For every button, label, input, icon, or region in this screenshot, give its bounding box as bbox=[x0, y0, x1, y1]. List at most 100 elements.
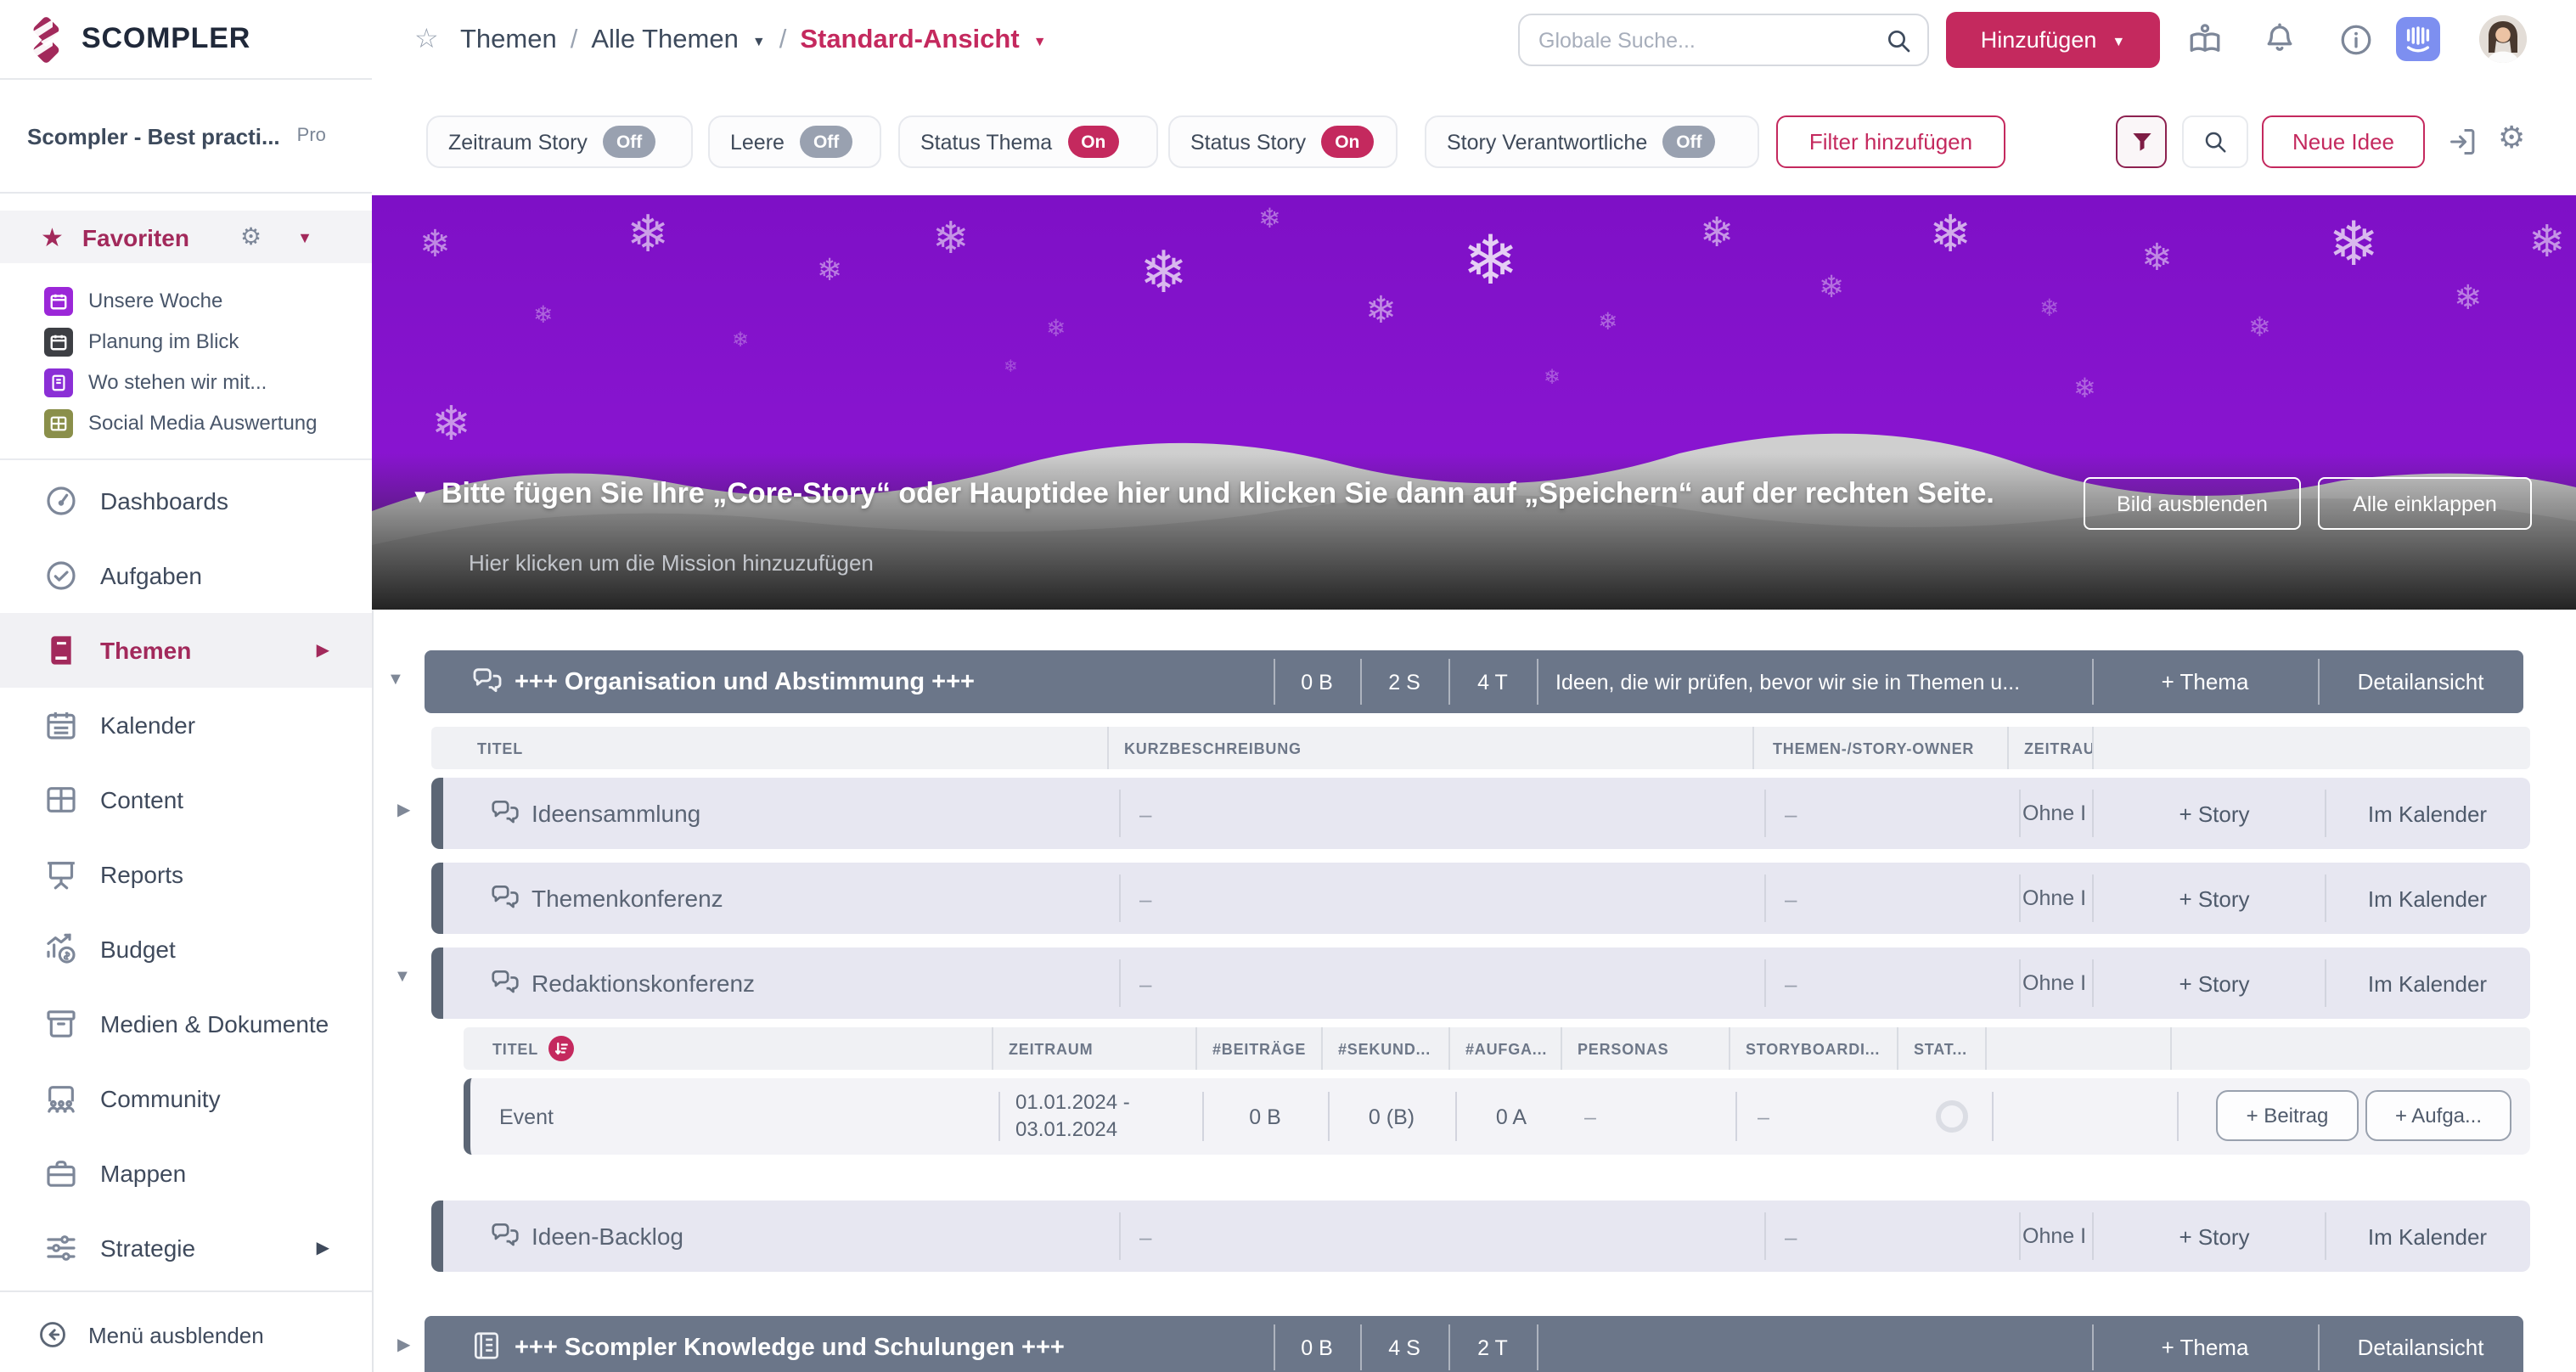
calendar-icon bbox=[44, 286, 73, 315]
breadcrumb-view[interactable]: Standard-Ansicht bbox=[800, 25, 1019, 55]
sort-icon[interactable] bbox=[548, 1036, 574, 1061]
favorites-header[interactable]: ★ Favoriten ⚙ ▼ bbox=[0, 211, 372, 263]
theme-title[interactable]: Themenkonferenz bbox=[532, 863, 723, 934]
collapse-group-icon[interactable]: ▼ bbox=[387, 671, 404, 689]
event-sekundaer-count: 0 (B) bbox=[1328, 1078, 1455, 1155]
favorite-item-label: Social Media Auswertung bbox=[88, 411, 318, 435]
table-search-button[interactable] bbox=[2182, 115, 2248, 168]
scompler-app: SCOMPLER Scompler - Best practi... Pro ★… bbox=[0, 0, 2576, 1372]
core-story-prompt[interactable]: Bitte fügen Sie Ihre „Core-Story“ oder H… bbox=[442, 477, 2106, 511]
intercom-chat-icon[interactable] bbox=[2396, 17, 2440, 61]
add-story-button[interactable]: + Story bbox=[2104, 1200, 2325, 1272]
collapse-banner-icon[interactable]: ▼ bbox=[411, 487, 430, 508]
breadcrumb-page[interactable]: Alle Themen bbox=[591, 25, 738, 55]
sidebar-item-content[interactable]: Content bbox=[0, 762, 372, 837]
user-avatar[interactable] bbox=[2479, 15, 2527, 63]
detail-view-button[interactable]: Detailansicht bbox=[2318, 650, 2523, 713]
inner-table-header: TITEL ZEITRAUM #BEITRÄGE #SEKUND... #AUF… bbox=[464, 1027, 2530, 1070]
show-in-calendar-button[interactable]: Im Kalender bbox=[2325, 947, 2530, 1019]
global-search-input[interactable] bbox=[1520, 15, 1878, 65]
chevron-down-icon[interactable]: ▼ bbox=[1033, 31, 1047, 49]
notifications-bell-icon[interactable] bbox=[2262, 20, 2298, 56]
sidebar-item-aufgaben[interactable]: Aufgaben bbox=[0, 538, 372, 613]
theme-title[interactable]: Ideen-Backlog bbox=[532, 1200, 683, 1272]
show-in-calendar-button[interactable]: Im Kalender bbox=[2325, 778, 2530, 849]
group-count-beitraege: 0 B bbox=[1274, 1316, 1360, 1372]
show-in-calendar-button[interactable]: Im Kalender bbox=[2325, 863, 2530, 934]
workspace-selector[interactable]: Scompler - Best practi... Pro bbox=[0, 80, 372, 194]
sidebar-item-strategie[interactable]: Strategie ▶ bbox=[0, 1211, 372, 1285]
favorite-item-social-media-auswertung[interactable]: Social Media Auswertung bbox=[24, 404, 363, 441]
favorite-item-label: Unsere Woche bbox=[88, 289, 222, 312]
hide-menu-button[interactable]: Menü ausblenden bbox=[37, 1319, 264, 1350]
column-titel: TITEL bbox=[492, 1027, 538, 1070]
group-header-knowledge[interactable]: +++ Scompler Knowledge und Schulungen ++… bbox=[425, 1316, 2523, 1372]
theme-title[interactable]: Ideensammlung bbox=[532, 778, 700, 849]
status-ring-icon[interactable] bbox=[1936, 1100, 1968, 1133]
sidebar-item-community[interactable]: Community bbox=[0, 1061, 372, 1136]
add-filter-button[interactable]: Filter hinzufügen bbox=[1776, 115, 2005, 168]
theme-row-redaktionskonferenz[interactable]: Redaktionskonferenz – – Ohne I + Story I… bbox=[431, 947, 2530, 1019]
favorites-gear-icon[interactable]: ⚙ bbox=[240, 222, 262, 251]
table-icon bbox=[44, 783, 78, 817]
add-thema-button[interactable]: + Thema bbox=[2092, 650, 2318, 713]
add-button[interactable]: Hinzufügen ▼ bbox=[1946, 12, 2160, 68]
add-thema-button[interactable]: + Thema bbox=[2092, 1316, 2318, 1372]
sidebar-item-reports[interactable]: Reports bbox=[0, 837, 372, 912]
briefcase-icon bbox=[44, 1156, 78, 1190]
filter-funnel-button[interactable] bbox=[2116, 115, 2167, 168]
expand-row-icon[interactable]: ▶ bbox=[397, 801, 410, 820]
favorite-item-wo-stehen-wir[interactable]: Wo stehen wir mit... bbox=[24, 363, 363, 401]
sidebar-item-mappen[interactable]: Mappen bbox=[0, 1136, 372, 1211]
toggle-leere[interactable]: Leere Off bbox=[708, 115, 881, 168]
sidebar-item-medien-dokumente[interactable]: Medien & Dokumente bbox=[0, 987, 372, 1061]
event-title[interactable]: Event bbox=[499, 1078, 554, 1155]
import-icon[interactable] bbox=[2447, 126, 2479, 158]
detail-view-button[interactable]: Detailansicht bbox=[2318, 1316, 2523, 1372]
knowledge-book-icon[interactable] bbox=[2187, 22, 2223, 58]
add-aufgabe-button[interactable]: + Aufga... bbox=[2365, 1090, 2511, 1141]
community-icon bbox=[44, 1082, 78, 1116]
add-story-button[interactable]: + Story bbox=[2104, 778, 2325, 849]
settings-gear-icon[interactable]: ⚙ bbox=[2498, 121, 2525, 156]
theme-row-ideensammlung[interactable]: Ideensammlung – – Ohne I + Story Im Kale… bbox=[431, 778, 2530, 849]
chevron-down-icon[interactable]: ▼ bbox=[752, 31, 766, 49]
sidebar-item-themen[interactable]: Themen ▶ bbox=[0, 613, 372, 688]
new-idea-button[interactable]: Neue Idee bbox=[2262, 115, 2425, 168]
toggle-story-verantwortliche[interactable]: Story Verantwortliche Off bbox=[1425, 115, 1759, 168]
toggle-status-story[interactable]: Status Story On bbox=[1168, 115, 1398, 168]
theme-row-ideen-backlog[interactable]: Ideen-Backlog – – Ohne I + Story Im Kale… bbox=[431, 1200, 2530, 1272]
mission-prompt[interactable]: Hier klicken um die Mission hinzuzufügen bbox=[469, 550, 874, 576]
event-row[interactable]: Event 01.01.2024 - 03.01.2024 0 B 0 (B) … bbox=[464, 1078, 2530, 1155]
chevron-down-icon[interactable]: ▼ bbox=[297, 228, 312, 245]
add-story-button[interactable]: + Story bbox=[2104, 947, 2325, 1019]
theme-row-themenkonferenz[interactable]: Themenkonferenz – – Ohne I + Story Im Ka… bbox=[431, 863, 2530, 934]
group-count-stories: 4 S bbox=[1360, 1316, 1448, 1372]
favorite-item-unsere-woche[interactable]: Unsere Woche bbox=[24, 282, 363, 319]
collapse-row-icon[interactable]: ▼ bbox=[394, 968, 411, 987]
sidebar-item-label: Themen bbox=[100, 637, 191, 664]
filter-bar: Zeitraum Story Off Leere Off Status Them… bbox=[372, 80, 2576, 195]
add-story-button[interactable]: + Story bbox=[2104, 863, 2325, 934]
collapse-all-button[interactable]: Alle einklappen bbox=[2318, 477, 2532, 530]
group-header-organisation[interactable]: +++ Organisation und Abstimmung +++ 0 B … bbox=[425, 650, 2523, 713]
mission-banner[interactable]: ❄ ❄ ❄ ❄ ❄ ❄ ❄ ❄ ❄ ❄ ❄ ❄ ❄ ❄ ❄ ❄ ❄ ❄ ❄ ❄ … bbox=[372, 195, 2576, 610]
sidebar-item-budget[interactable]: Budget bbox=[0, 912, 372, 987]
toggle-status-thema[interactable]: Status Thema On bbox=[898, 115, 1158, 168]
theme-title[interactable]: Redaktionskonferenz bbox=[532, 947, 755, 1019]
show-in-calendar-button[interactable]: Im Kalender bbox=[2325, 1200, 2530, 1272]
toggle-zeitraum-story[interactable]: Zeitraum Story Off bbox=[426, 115, 693, 168]
logo[interactable]: SCOMPLER bbox=[0, 0, 372, 80]
info-icon[interactable] bbox=[2338, 22, 2374, 58]
expand-group-icon[interactable]: ▶ bbox=[397, 1336, 410, 1355]
favorite-star-icon[interactable]: ☆ bbox=[414, 22, 439, 56]
sidebar-item-kalender[interactable]: Kalender bbox=[0, 688, 372, 762]
favorite-item-planung-im-blick[interactable]: Planung im Blick bbox=[24, 323, 363, 360]
add-beitrag-button[interactable]: + Beitrag bbox=[2216, 1090, 2359, 1141]
theme-owner: – bbox=[1785, 863, 1797, 934]
breadcrumb-section[interactable]: Themen bbox=[460, 25, 557, 55]
sidebar-item-dashboards[interactable]: Dashboards bbox=[0, 464, 372, 538]
hide-image-button[interactable]: Bild ausblenden bbox=[2084, 477, 2301, 530]
favorite-item-label: Planung im Blick bbox=[88, 329, 239, 353]
search-icon[interactable] bbox=[1885, 27, 1912, 54]
